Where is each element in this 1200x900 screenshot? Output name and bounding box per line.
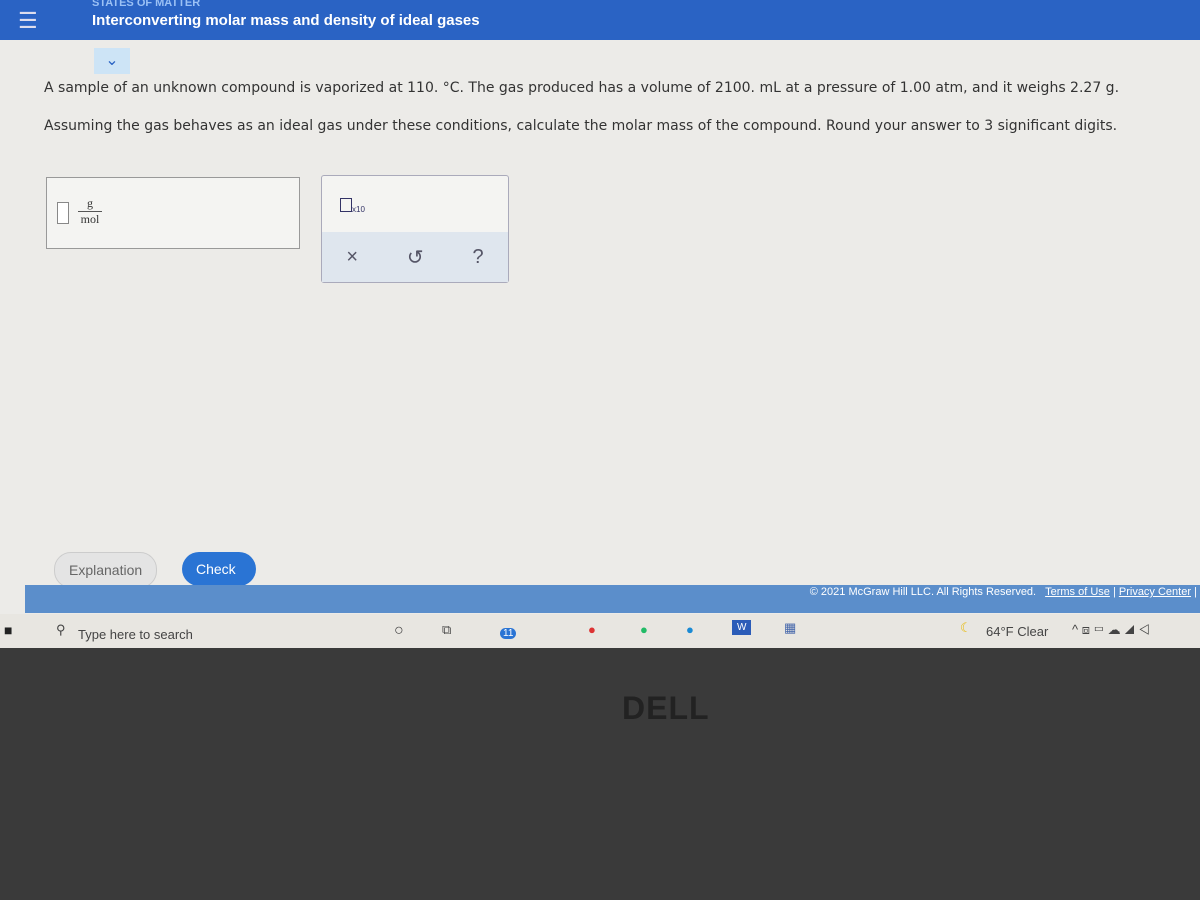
topic-label: STATES OF MATTER <box>92 0 201 9</box>
question-text: A sample of an unknown compound is vapor… <box>44 80 1120 96</box>
clear-button[interactable]: × <box>346 246 358 269</box>
header: ☰ STATES OF MATTER Interconverting molar… <box>0 0 1200 40</box>
dell-logo: DELL <box>622 690 710 726</box>
terms-link[interactable]: Terms of Use <box>1045 586 1110 598</box>
answer-input[interactable] <box>57 202 69 224</box>
windows-start-icon[interactable]: ■ <box>4 622 12 638</box>
word-icon[interactable]: W <box>732 620 752 635</box>
mail-badge[interactable]: 11 <box>500 628 517 639</box>
menu-icon[interactable]: ☰ <box>18 8 38 34</box>
taskbar: ■ ⚲ Type here to search ○ ⧉ 11 ● ● ● W ▦… <box>0 614 1200 648</box>
x10-button[interactable]: x10 <box>340 198 365 214</box>
taskbar-search[interactable]: Type here to search <box>78 627 193 642</box>
unit-denominator: mol <box>80 212 100 226</box>
collapse-chevron-icon[interactable]: ⌄ <box>94 48 130 74</box>
weather-icon: ☾ <box>960 620 972 635</box>
copyright: © 2021 McGraw Hill LLC. All Rights Reser… <box>809 586 1037 598</box>
edge-icon[interactable]: ● <box>686 622 694 637</box>
math-toolbar: x10 × ↺ ? <box>321 175 509 283</box>
undo-button[interactable]: ↺ <box>407 245 424 270</box>
screen: ☰ STATES OF MATTER Interconverting molar… <box>0 0 1200 648</box>
help-button[interactable]: ? <box>472 246 483 269</box>
privacy-link[interactable]: Privacy Center <box>1119 586 1191 598</box>
calculator-icon[interactable]: ▦ <box>784 620 796 636</box>
unit-fraction: g mol <box>78 196 102 227</box>
x10-label: x10 <box>352 205 365 214</box>
unit-numerator: g <box>78 196 102 212</box>
question-instruction: Assuming the gas behaves as an ideal gas… <box>44 118 1118 134</box>
footer: © 2021 McGraw Hill LLC. All Rights Reser… <box>25 585 1200 613</box>
explanation-button[interactable]: Explanation <box>54 552 158 588</box>
page-title: Interconverting molar mass and density o… <box>92 12 480 29</box>
tray-icons[interactable]: ^ ⧈ ▭ ☁ ◢ ◁ <box>1072 622 1150 638</box>
search-icon: ⚲ <box>56 622 66 637</box>
spotify-icon[interactable]: ● <box>640 622 648 637</box>
chrome-icon[interactable]: ● <box>588 622 596 637</box>
cortana-icon[interactable]: ○ <box>394 622 404 640</box>
task-view-icon[interactable]: ⧉ <box>442 622 451 638</box>
check-button[interactable]: Check <box>182 552 256 586</box>
weather-text[interactable]: 64°F Clear <box>986 624 1048 639</box>
